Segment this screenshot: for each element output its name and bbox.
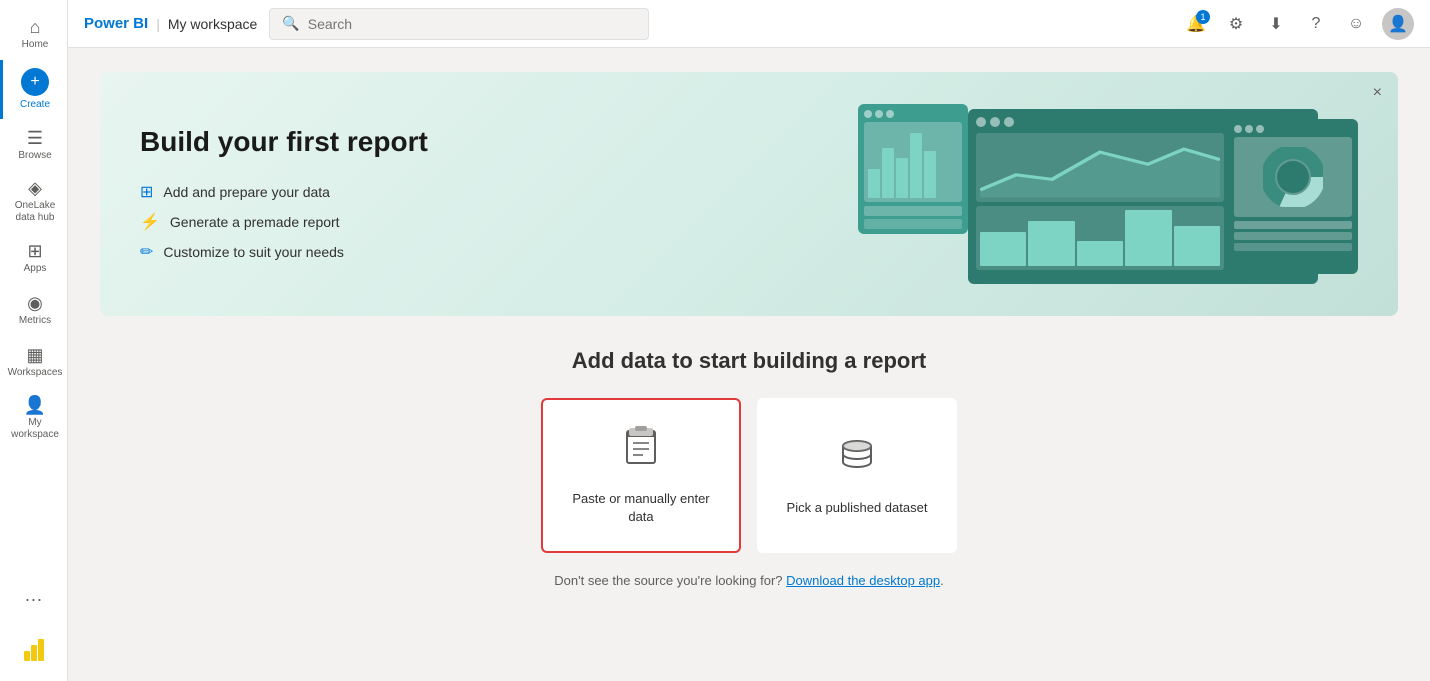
avatar[interactable]: 👤: [1382, 8, 1414, 40]
hero-feature-1-text: Add and prepare your data: [163, 184, 330, 200]
sidebar: ⌂ Home + Create ☰ Browse ◈ OneLakedata h…: [0, 0, 68, 681]
paste-data-card[interactable]: Paste or manually enter data: [541, 398, 741, 553]
feedback-icon: ☺: [1348, 15, 1364, 33]
download-button[interactable]: ⬇: [1258, 6, 1294, 42]
hero-illustration: ✦ ✦: [858, 104, 1358, 284]
settings-button[interactable]: ⚙: [1218, 6, 1254, 42]
sidebar-item-apps-label: Apps: [24, 263, 47, 275]
sidebar-item-myworkspace[interactable]: 👤 Myworkspace: [0, 388, 67, 449]
hero-feature-2-text: Generate a premade report: [170, 214, 340, 230]
paste-icon: [619, 425, 663, 478]
sidebar-item-browse[interactable]: ☰ Browse: [0, 119, 67, 171]
sidebar-more-button[interactable]: ···: [0, 577, 67, 621]
sidebar-item-workspaces[interactable]: ▦ Workspaces: [0, 336, 67, 388]
bottom-note: Don't see the source you're looking for?…: [100, 573, 1398, 588]
main-content: Power BI | My workspace 🔍 🔔 1 ⚙ ⬇ ? ☺: [68, 0, 1430, 681]
illustration-window-right: [1228, 119, 1358, 274]
dataset-icon: [835, 434, 879, 487]
illustration-window-secondary: [858, 104, 968, 234]
home-icon: ⌂: [30, 18, 41, 36]
published-dataset-card[interactable]: Pick a published dataset: [757, 398, 957, 553]
feedback-button[interactable]: ☺: [1338, 6, 1374, 42]
datalake-icon: ◈: [28, 179, 42, 197]
hero-feature-2: ⚡ Generate a premade report: [140, 212, 428, 232]
search-icon: 🔍: [282, 15, 299, 32]
sidebar-item-metrics[interactable]: ◉ Metrics: [0, 284, 67, 336]
topbar-brand: Power BI | My workspace: [84, 15, 257, 32]
more-icon: ···: [25, 589, 43, 610]
hero-features: ⊞ Add and prepare your data ⚡ Generate a…: [140, 182, 428, 262]
sidebar-item-metrics-label: Metrics: [19, 315, 51, 327]
search-bar[interactable]: 🔍: [269, 8, 649, 40]
apps-icon: ⊞: [27, 242, 42, 260]
notification-badge: 1: [1196, 10, 1210, 24]
browse-icon: ☰: [27, 129, 43, 147]
sidebar-item-home[interactable]: ⌂ Home: [0, 8, 67, 60]
workspace-name: My workspace: [168, 16, 257, 32]
hero-close-button[interactable]: ×: [1373, 84, 1382, 102]
sidebar-item-apps[interactable]: ⊞ Apps: [0, 232, 67, 284]
hero-feature-1: ⊞ Add and prepare your data: [140, 182, 428, 202]
lightning-icon: ⚡: [140, 212, 160, 232]
settings-icon: ⚙: [1229, 14, 1243, 34]
myworkspace-icon: 👤: [24, 396, 46, 414]
help-button[interactable]: ?: [1298, 6, 1334, 42]
add-data-section: Add data to start building a report: [100, 348, 1398, 588]
download-icon: ⬇: [1269, 14, 1282, 34]
brand-separator: |: [156, 16, 160, 32]
sidebar-item-datalake[interactable]: ◈ OneLakedata hub: [0, 171, 67, 232]
content-area: Build your first report ⊞ Add and prepar…: [68, 48, 1430, 681]
create-icon: +: [21, 68, 49, 96]
add-data-title: Add data to start building a report: [100, 348, 1398, 374]
table-icon: ⊞: [140, 182, 153, 202]
sidebar-item-create[interactable]: + Create: [0, 60, 67, 119]
topbar-icons: 🔔 1 ⚙ ⬇ ? ☺ 👤: [1178, 6, 1414, 42]
sidebar-item-workspaces-label: Workspaces: [8, 367, 63, 379]
hero-feature-3: ✏ Customize to suit your needs: [140, 242, 428, 262]
sidebar-item-browse-label: Browse: [18, 150, 51, 162]
hero-text: Build your first report ⊞ Add and prepar…: [140, 126, 428, 262]
avatar-icon: 👤: [1388, 14, 1408, 34]
sidebar-item-datalake-label: OneLakedata hub: [15, 200, 56, 224]
sidebar-item-myworkspace-label: Myworkspace: [11, 417, 59, 441]
topbar: Power BI | My workspace 🔍 🔔 1 ⚙ ⬇ ? ☺: [68, 0, 1430, 48]
sidebar-item-create-label: Create: [20, 99, 50, 111]
data-options: Paste or manually enter data Pick a publ…: [100, 398, 1398, 553]
search-input[interactable]: [308, 16, 637, 32]
hero-title: Build your first report: [140, 126, 428, 158]
notifications-button[interactable]: 🔔 1: [1178, 6, 1214, 42]
hero-banner: Build your first report ⊞ Add and prepar…: [100, 72, 1398, 316]
hero-feature-3-text: Customize to suit your needs: [163, 244, 344, 260]
dataset-card-label: Pick a published dataset: [787, 499, 928, 517]
workspaces-icon: ▦: [26, 346, 43, 364]
pencil-icon: ✏: [140, 242, 153, 262]
brand-name: Power BI: [84, 15, 148, 32]
powerbi-logo: [0, 625, 67, 673]
paste-card-label: Paste or manually enter data: [559, 490, 723, 526]
download-app-link[interactable]: Download the desktop app: [786, 573, 940, 588]
help-icon: ?: [1312, 15, 1321, 33]
sidebar-item-home-label: Home: [22, 39, 49, 51]
metrics-icon: ◉: [27, 294, 43, 312]
